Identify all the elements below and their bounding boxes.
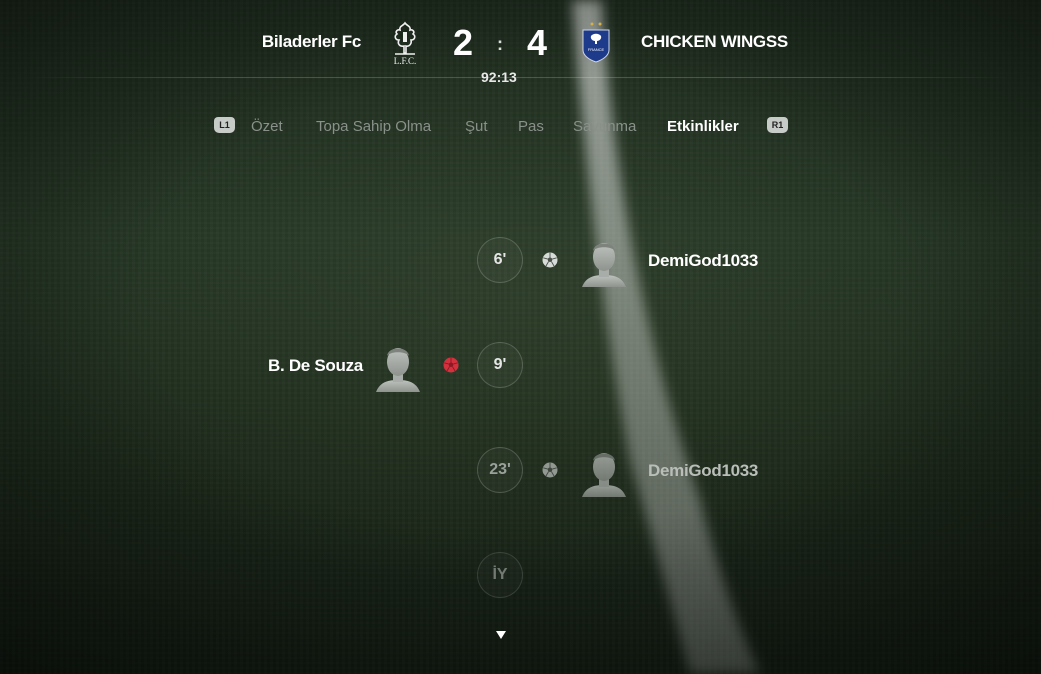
- scroll-down-icon[interactable]: [495, 630, 507, 640]
- home-score: 2: [453, 22, 474, 63]
- home-team-name: Biladerler Fc: [261, 32, 361, 51]
- goal-ball-icon: [542, 252, 558, 268]
- red-card-ball-icon: [443, 357, 459, 373]
- tab-topa-sahip-olma[interactable]: Topa Sahip Olma: [316, 118, 431, 135]
- tab-etkinlikler[interactable]: Etkinlikler: [667, 118, 739, 135]
- goal-ball-icon: [542, 462, 558, 478]
- event-minute-badge: 6': [477, 237, 523, 283]
- event-minute-badge: 9': [477, 342, 523, 388]
- event-player-name: B. De Souza: [268, 356, 363, 375]
- tab-pas[interactable]: Pas: [518, 118, 544, 135]
- event-player-name: DemiGod1033: [648, 461, 759, 480]
- tab-sut[interactable]: Şut: [465, 118, 488, 135]
- event-minute-badge: 23': [477, 447, 523, 493]
- tab-ozet[interactable]: Özet: [251, 118, 283, 135]
- liverpool-crest-icon: L.F.C.: [394, 21, 417, 66]
- half-time-badge: İY: [477, 552, 523, 598]
- france-crest-icon: FRANCE: [582, 22, 610, 63]
- stats-tab-bar: L1 Özet Topa Sahip Olma Şut Pas Savunma …: [0, 116, 1041, 138]
- l1-bumper-button[interactable]: L1: [214, 117, 235, 133]
- player-avatar: [582, 453, 626, 497]
- player-avatar: [376, 348, 420, 392]
- svg-text:L.F.C.: L.F.C.: [394, 56, 417, 66]
- event-player-name: DemiGod1033: [648, 251, 759, 270]
- tab-savunma[interactable]: Savunma: [573, 118, 636, 135]
- header-divider: [30, 77, 1011, 78]
- r1-bumper-button[interactable]: R1: [767, 117, 788, 133]
- score-separator: :: [497, 34, 503, 54]
- player-avatar: [582, 243, 626, 287]
- svg-text:FRANCE: FRANCE: [588, 47, 605, 52]
- away-score: 4: [527, 22, 548, 63]
- away-team-name: CHICKEN WINGSS: [641, 32, 788, 51]
